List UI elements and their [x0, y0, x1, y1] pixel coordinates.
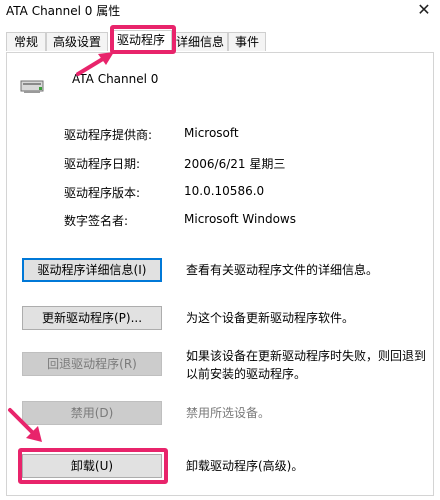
date-label: 驱动程序日期: — [64, 157, 141, 171]
update-driver-description: 为这个设备更新驱动程序软件。 — [186, 311, 355, 325]
tab-general[interactable]: 常规 — [6, 32, 46, 51]
title-bar: ATA Channel 0 属性 ✕ — [0, 0, 440, 26]
tab-strip: 常规 高级设置 驱动程序 详细信息 事件 — [6, 30, 434, 54]
signer-label: 数字签名者: — [64, 214, 129, 228]
disable-device-description: 禁用所选设备。 — [186, 406, 271, 420]
driver-tab-highlight — [110, 25, 176, 54]
uninstall-description: 卸载驱动程序(高级)。 — [186, 459, 304, 473]
window-title: ATA Channel 0 属性 — [6, 4, 121, 18]
version-label: 驱动程序版本: — [64, 186, 141, 200]
date-value: 2006/6/21 星期三 — [184, 157, 286, 171]
info-row-provider: 驱动程序提供商: Microsoft — [64, 126, 404, 142]
info-row-date: 驱动程序日期: 2006/6/21 星期三 — [64, 155, 404, 171]
annotation-arrow-icon — [76, 52, 114, 76]
provider-value: Microsoft — [184, 126, 239, 140]
update-driver-button[interactable]: 更新驱动程序(P)... — [22, 306, 162, 330]
controller-icon — [20, 80, 44, 93]
info-row-version: 驱动程序版本: 10.0.10586.0 — [64, 184, 404, 200]
provider-label: 驱动程序提供商: — [64, 128, 153, 142]
properties-window: ATA Channel 0 属性 ✕ 常规 高级设置 驱动程序 详细信息 事件 … — [0, 0, 440, 500]
info-row-signer: 数字签名者: Microsoft Windows — [64, 212, 404, 228]
annotation-arrow-icon — [8, 408, 42, 442]
driver-details-description: 查看有关驱动程序文件的详细信息。 — [186, 263, 379, 277]
signer-value: Microsoft Windows — [184, 212, 296, 226]
rollback-driver-description: 如果该设备在更新驱动程序时失败，则回退到以前安装的驱动程序。 — [186, 349, 427, 381]
rollback-driver-button[interactable]: 回退驱动程序(R) — [22, 352, 162, 376]
version-value: 10.0.10586.0 — [184, 184, 265, 198]
close-icon[interactable]: ✕ — [416, 2, 432, 18]
tab-events[interactable]: 事件 — [228, 32, 266, 51]
tab-details[interactable]: 详细信息 — [172, 32, 228, 51]
uninstall-highlight — [18, 448, 168, 484]
driver-details-button[interactable]: 驱动程序详细信息(I) — [22, 258, 162, 282]
